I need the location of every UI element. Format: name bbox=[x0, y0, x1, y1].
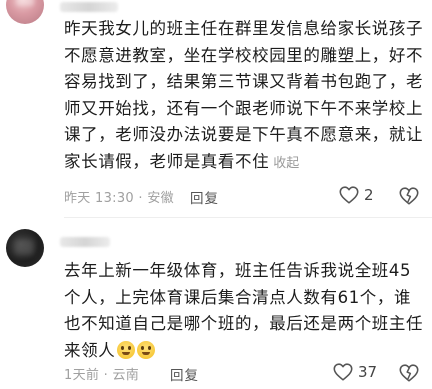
reply-button[interactable]: 回复 bbox=[190, 187, 219, 207]
timestamp: 昨天 13:30 bbox=[64, 191, 134, 206]
like-count: 37 bbox=[358, 363, 378, 381]
timestamp: 1天前 bbox=[64, 368, 100, 383]
username-blurred[interactable] bbox=[60, 2, 118, 12]
meta-separator: · bbox=[99, 368, 113, 383]
comment-feed: 昨天我女儿的班主任在群里发信息给家长说孩子不愿意进教室，坐在学校校园里的雕塑上，… bbox=[0, 0, 432, 389]
comment-meta: 1天前 · 云南 bbox=[64, 364, 139, 383]
comment-body: 昨天我女儿的班主任在群里发信息给家长说孩子不愿意进教室，坐在学校校园里的雕塑上，… bbox=[64, 16, 424, 177]
heart-icon[interactable] bbox=[338, 184, 360, 206]
comment-divider bbox=[64, 217, 432, 218]
username-blurred[interactable] bbox=[60, 237, 110, 247]
comment-meta: 昨天 13:30 · 安徽 bbox=[64, 187, 174, 206]
reply-button[interactable]: 回复 bbox=[170, 364, 199, 384]
comment-text: 昨天我女儿的班主任在群里发信息给家长说孩子不愿意进教室，坐在学校校园里的雕塑上，… bbox=[64, 19, 424, 171]
dislike-icon[interactable] bbox=[398, 362, 420, 384]
laughing-tears-emoji bbox=[137, 340, 156, 359]
heart-icon[interactable] bbox=[332, 361, 354, 383]
comment-body: 去年上新一年级体育，班主任告诉我说全班45个人，上完体育课后集合清点人数有61个… bbox=[64, 258, 424, 364]
collapse-link[interactable]: 收起 bbox=[273, 156, 299, 171]
dislike-icon[interactable] bbox=[398, 185, 420, 207]
like-count: 2 bbox=[364, 186, 374, 204]
meta-separator: · bbox=[134, 191, 148, 206]
location: 云南 bbox=[112, 368, 140, 383]
laughing-tears-emoji bbox=[117, 340, 136, 359]
avatar[interactable] bbox=[6, 0, 44, 24]
avatar[interactable] bbox=[6, 229, 44, 267]
location: 安徽 bbox=[147, 191, 174, 206]
